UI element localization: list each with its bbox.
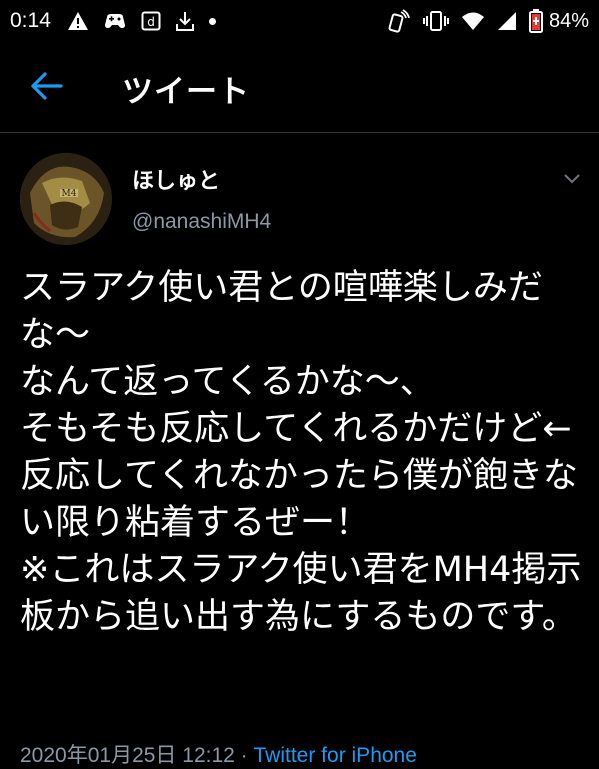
tweet-timestamp: 2020年01月25日 12:12 [20, 744, 235, 767]
meta-separator: · [234, 744, 254, 767]
status-bar: 0:14 d 84% [0, 0, 599, 42]
wifi-icon [461, 11, 485, 31]
avatar[interactable]: M4 [20, 153, 112, 245]
dot-icon [208, 17, 216, 25]
back-button[interactable] [28, 68, 68, 108]
user-display-name[interactable]: ほしゅと [132, 163, 220, 195]
svg-text:M4: M4 [62, 189, 77, 199]
d-box-icon: d [141, 11, 161, 31]
signal-icon [497, 11, 517, 31]
app-header: ツイート [0, 42, 599, 133]
arrow-left-icon [31, 71, 65, 105]
download-icon [175, 10, 195, 32]
vibrate-icon [422, 11, 449, 31]
status-time: 0:14 [10, 9, 51, 32]
page-title: ツイート [122, 74, 250, 110]
user-handle[interactable]: @nanashiMH4 [132, 210, 271, 234]
warning-icon [67, 11, 89, 31]
nfc-icon [387, 9, 411, 33]
battery-percent: 84% [548, 9, 589, 32]
game-controller-icon [103, 11, 127, 31]
tweet-text: スラアク使い君との喧嘩楽しみだな〜 なんて返ってくるかな〜、 そもそも反応してく… [20, 268, 582, 637]
chevron-down-icon [563, 170, 581, 189]
battery-icon [528, 9, 543, 33]
tweet-menu-button[interactable] [560, 167, 584, 191]
tweet-source-link[interactable]: Twitter for iPhone [254, 744, 417, 767]
tweet-metadata: 2020年01月25日 12:12 · Twitter for iPhone [20, 739, 417, 769]
svg-text:d: d [147, 15, 155, 29]
